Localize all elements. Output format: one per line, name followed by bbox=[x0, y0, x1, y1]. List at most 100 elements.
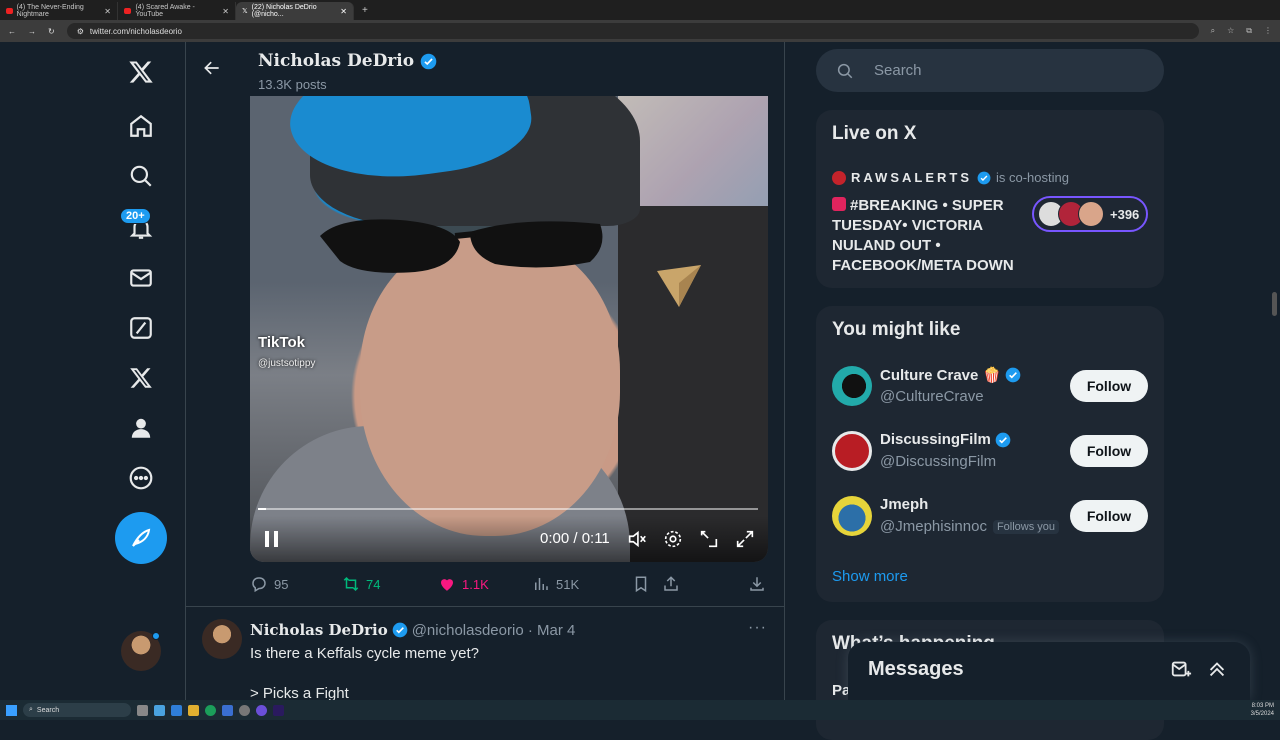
mute-icon[interactable] bbox=[626, 528, 648, 550]
repost-count: 74 bbox=[366, 576, 381, 592]
avatar[interactable] bbox=[832, 431, 872, 471]
task-view-icon[interactable] bbox=[137, 704, 148, 716]
like-count: 1.1K bbox=[462, 576, 489, 592]
extensions-icon[interactable]: ⧉ bbox=[1246, 26, 1252, 36]
tweet-author-name[interactable]: Nicholas DeDrio bbox=[250, 621, 388, 639]
download-button[interactable] bbox=[748, 575, 766, 593]
chair-logo-icon bbox=[657, 265, 701, 307]
clock-date: 3/5/2024 bbox=[1250, 711, 1274, 717]
reload-icon[interactable]: ↻ bbox=[48, 27, 55, 36]
site-info-icon[interactable]: ⚙ bbox=[77, 27, 84, 36]
expand-chevron-up-icon[interactable] bbox=[1206, 658, 1228, 680]
weather-icon[interactable] bbox=[154, 704, 165, 716]
views-chart-icon bbox=[535, 578, 548, 590]
browser-tab[interactable]: (4) The Never-Ending Nightmare ✕ bbox=[0, 2, 118, 20]
home-icon[interactable] bbox=[114, 106, 168, 146]
verified-badge-icon bbox=[1005, 367, 1021, 383]
follow-button[interactable]: Follow bbox=[1070, 500, 1148, 532]
suggested-user[interactable]: Jmeph @Jmephisinnoc Follows you Follow bbox=[832, 492, 1148, 542]
search-input[interactable]: Search bbox=[816, 49, 1164, 92]
url-text: twitter.com/nicholasdeorio bbox=[89, 26, 182, 36]
profile-person-icon[interactable] bbox=[114, 408, 168, 448]
new-message-icon[interactable] bbox=[1170, 658, 1192, 680]
share-button[interactable] bbox=[662, 575, 748, 593]
search-placeholder: Search bbox=[874, 62, 922, 79]
settings-gear-icon[interactable] bbox=[662, 528, 684, 550]
account-avatar[interactable] bbox=[121, 631, 161, 671]
os-taskbar: ⌕ Search 8:03 PM 3/5/2024 bbox=[0, 700, 1280, 720]
more-circle-icon[interactable] bbox=[114, 458, 168, 498]
user-name: Culture Crave 🍿 bbox=[880, 367, 1002, 384]
premiere-icon[interactable] bbox=[273, 704, 284, 716]
taskbar-search-label: Search bbox=[36, 706, 60, 714]
back-arrow-icon[interactable] bbox=[202, 58, 224, 80]
bookmark-button[interactable] bbox=[632, 575, 662, 593]
x-home-logo-icon[interactable] bbox=[114, 52, 168, 92]
reply-button[interactable]: 95 bbox=[250, 575, 342, 593]
avatar[interactable] bbox=[202, 619, 242, 659]
messages-drawer[interactable]: Messages bbox=[848, 642, 1250, 700]
video-sunglasses bbox=[320, 219, 603, 273]
listener-count: +396 bbox=[1110, 206, 1140, 222]
file-explorer-icon[interactable] bbox=[188, 704, 199, 716]
back-nav-icon[interactable]: ← bbox=[8, 27, 16, 36]
messages-mail-icon[interactable] bbox=[114, 258, 168, 298]
menu-icon[interactable]: ⋮ bbox=[1264, 26, 1272, 36]
like-button[interactable]: 1.1K bbox=[438, 575, 532, 593]
close-tab-icon[interactable]: ✕ bbox=[104, 7, 111, 16]
browser-tab-active[interactable]: 𝕏 (22) Nicholas DeDrio (@nicho... ✕ bbox=[236, 2, 354, 20]
space-listeners-pill[interactable]: +396 bbox=[1032, 196, 1148, 232]
avatar[interactable] bbox=[832, 366, 872, 406]
premium-x-icon[interactable] bbox=[114, 358, 168, 398]
live-host[interactable]: RAWSALERTS is co-hosting bbox=[832, 170, 1069, 185]
forward-nav-icon[interactable]: → bbox=[28, 27, 36, 36]
tweet-meta[interactable]: @nicholasdeorio · Mar 4 bbox=[412, 622, 576, 639]
search-icon bbox=[837, 63, 853, 78]
taskbar-search[interactable]: ⌕ Search bbox=[23, 703, 131, 717]
tweet[interactable]: Nicholas DeDrio @nicholasdeorio · Mar 4 … bbox=[186, 607, 784, 700]
close-tab-icon[interactable]: ✕ bbox=[340, 7, 347, 16]
show-more-link[interactable]: Show more bbox=[832, 568, 908, 585]
obs-icon[interactable] bbox=[239, 704, 250, 716]
steam-icon[interactable] bbox=[222, 704, 233, 716]
tab-label: (4) Scared Awake - YouTube bbox=[135, 4, 195, 18]
follow-button[interactable]: Follow bbox=[1070, 370, 1148, 402]
follow-button[interactable]: Follow bbox=[1070, 435, 1148, 467]
new-tab-icon[interactable]: + bbox=[362, 5, 368, 16]
taskbar-clock[interactable]: 8:03 PM 3/5/2024 bbox=[1251, 702, 1274, 718]
bookmark-icon bbox=[635, 576, 647, 593]
discord-icon[interactable] bbox=[256, 704, 267, 716]
pause-icon[interactable] bbox=[262, 528, 284, 550]
bookmark-star-icon[interactable]: ☆ bbox=[1227, 26, 1234, 36]
url-field[interactable]: ⚙ twitter.com/nicholasdeorio bbox=[66, 23, 1199, 39]
tab-label: (4) The Never-Ending Nightmare bbox=[16, 4, 84, 18]
scrollbar[interactable] bbox=[1270, 42, 1280, 700]
grok-icon[interactable] bbox=[114, 308, 168, 348]
fullscreen-icon[interactable] bbox=[734, 528, 756, 550]
suggested-user[interactable]: DiscussingFilm @DiscussingFilm Follow bbox=[832, 427, 1148, 477]
avatar[interactable] bbox=[832, 496, 872, 536]
repost-button[interactable]: 74 bbox=[342, 575, 438, 593]
explore-search-icon[interactable] bbox=[114, 156, 168, 196]
zoom-icon[interactable]: ⌕ bbox=[1211, 26, 1215, 36]
suggested-user[interactable]: Culture Crave 🍿 @CultureCrave Follow bbox=[832, 362, 1148, 412]
windows-start-icon[interactable] bbox=[6, 704, 17, 716]
close-tab-icon[interactable]: ✕ bbox=[222, 7, 229, 16]
cohosting-label: is co-hosting bbox=[996, 170, 1069, 185]
more-options-icon[interactable]: ··· bbox=[748, 619, 767, 637]
picture-in-picture-icon[interactable] bbox=[698, 528, 720, 550]
chrome-icon[interactable] bbox=[205, 704, 216, 716]
edge-icon[interactable] bbox=[171, 704, 182, 716]
video-progress-bar[interactable] bbox=[258, 508, 758, 510]
space-title[interactable]: #BREAKING • SUPER TUESDAY• VICTORIA NULA… bbox=[832, 196, 1022, 276]
scrollbar-thumb[interactable] bbox=[1272, 292, 1277, 316]
compose-post-button[interactable] bbox=[115, 512, 167, 564]
browser-tab-bar: (4) The Never-Ending Nightmare ✕ (4) Scar… bbox=[0, 0, 1280, 20]
tiktok-handle: @justsotippy bbox=[258, 358, 316, 369]
post-actions: 95 74 1.1K 51K bbox=[250, 572, 768, 596]
browser-tab[interactable]: (4) Scared Awake - YouTube ✕ bbox=[118, 2, 236, 20]
feather-quill-icon bbox=[132, 528, 151, 547]
alert-siren-icon bbox=[832, 170, 846, 185]
views-button[interactable]: 51K bbox=[532, 575, 632, 593]
video-player[interactable]: TikTok @justsotippy 0:00 / 0:11 bbox=[250, 96, 768, 562]
